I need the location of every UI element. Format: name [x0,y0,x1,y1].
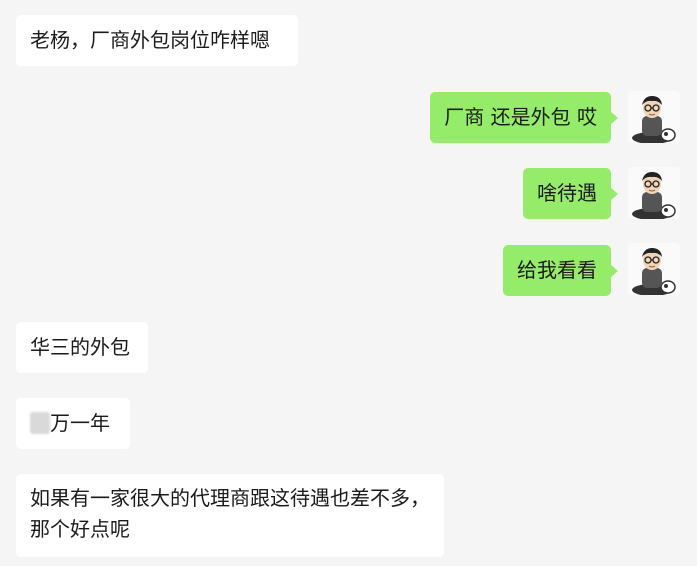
cartoon-man-with-glasses-avatar-icon [628,243,680,295]
avatar[interactable] [628,91,680,143]
avatar[interactable] [628,167,680,219]
message-text: 啥待遇 [537,181,597,205]
message-bubble-outgoing[interactable]: 厂商 还是外包 哎 [430,92,618,143]
message-text: 万一年 [50,411,110,435]
message-bubble-incoming[interactable]: 华三的外包 [16,322,148,373]
avatar[interactable] [628,243,680,295]
message-text: 给我看看 [517,258,597,282]
redacted-number [30,412,50,434]
message-bubble-incoming[interactable]: 老杨，厂商外包岗位咋样嗯 [16,15,298,66]
cartoon-man-with-glasses-avatar-icon [628,167,680,219]
message-text: 如果有一家很大的代理商跟这待遇也差不多，那个好点呢 [30,486,430,541]
message-text: 老杨，厂商外包岗位咋样嗯 [30,28,270,52]
message-bubble-incoming[interactable]: 如果有一家很大的代理商跟这待遇也差不多，那个好点呢 [16,474,444,557]
message-text: 华三的外包 [30,335,130,359]
cartoon-man-with-glasses-avatar-icon [628,91,680,143]
message-text: 厂商 还是外包 哎 [444,105,597,129]
message-bubble-outgoing[interactable]: 啥待遇 [523,168,618,219]
message-bubble-incoming[interactable]: 万一年 [16,398,130,449]
message-bubble-outgoing[interactable]: 给我看看 [503,245,618,296]
